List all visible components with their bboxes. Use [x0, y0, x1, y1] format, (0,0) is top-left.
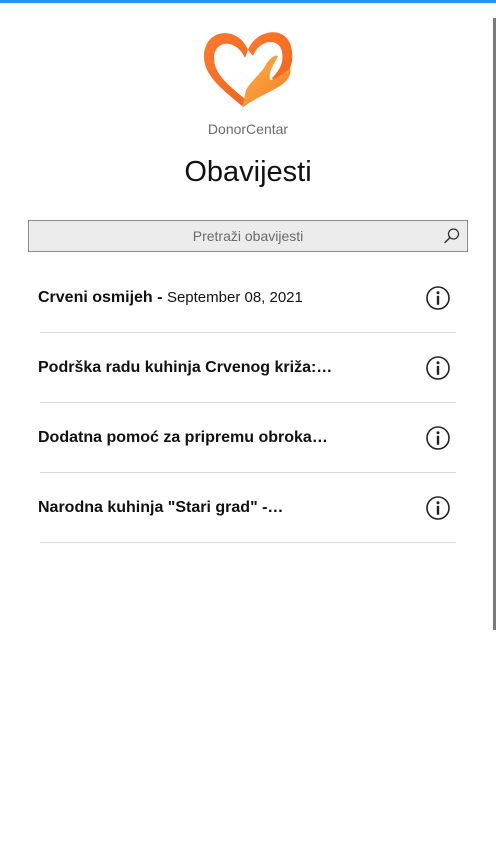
app-window: DonorCentar Obavijesti Crveni osmijeh - … — [0, 0, 496, 860]
search-icon[interactable] — [443, 227, 461, 245]
heart-hand-logo — [203, 32, 293, 108]
search-box[interactable] — [28, 220, 468, 252]
notification-title: Crveni osmijeh - — [38, 289, 163, 306]
divider — [40, 542, 456, 543]
page-title: Obavijesti — [184, 156, 312, 188]
notification-title: Dodatna pomoć za pripremu obroka… — [38, 429, 328, 446]
info-icon[interactable] — [425, 425, 451, 451]
info-icon[interactable] — [425, 355, 451, 381]
notification-title: Podrška radu kuhinja Crvenog križa:… — [38, 359, 333, 376]
list-item[interactable]: Dodatna pomoć za pripremu obroka… — [0, 403, 496, 473]
info-icon[interactable] — [425, 285, 451, 311]
top-accent-bar — [0, 0, 496, 3]
list-item[interactable]: Podrška radu kuhinja Crvenog križa:… — [0, 333, 496, 403]
notification-text: Crveni osmijeh - September 08, 2021 — [38, 289, 378, 307]
info-icon[interactable] — [425, 495, 451, 521]
notification-title: Narodna kuhinja "Stari grad" -… — [38, 499, 284, 516]
search-input[interactable] — [29, 221, 467, 251]
brand-name: DonorCentar — [207, 121, 289, 137]
list-item[interactable]: Crveni osmijeh - September 08, 2021 — [0, 263, 496, 333]
notification-text: Podrška radu kuhinja Crvenog križa:… — [38, 359, 378, 377]
list-item[interactable]: Narodna kuhinja "Stari grad" -… — [0, 473, 496, 543]
notification-text: Dodatna pomoć za pripremu obroka… — [38, 429, 378, 447]
notification-list: Crveni osmijeh - September 08, 2021 Podr… — [0, 263, 496, 543]
notification-date: September 08, 2021 — [166, 289, 303, 306]
notification-text: Narodna kuhinja "Stari grad" -… — [38, 499, 378, 517]
